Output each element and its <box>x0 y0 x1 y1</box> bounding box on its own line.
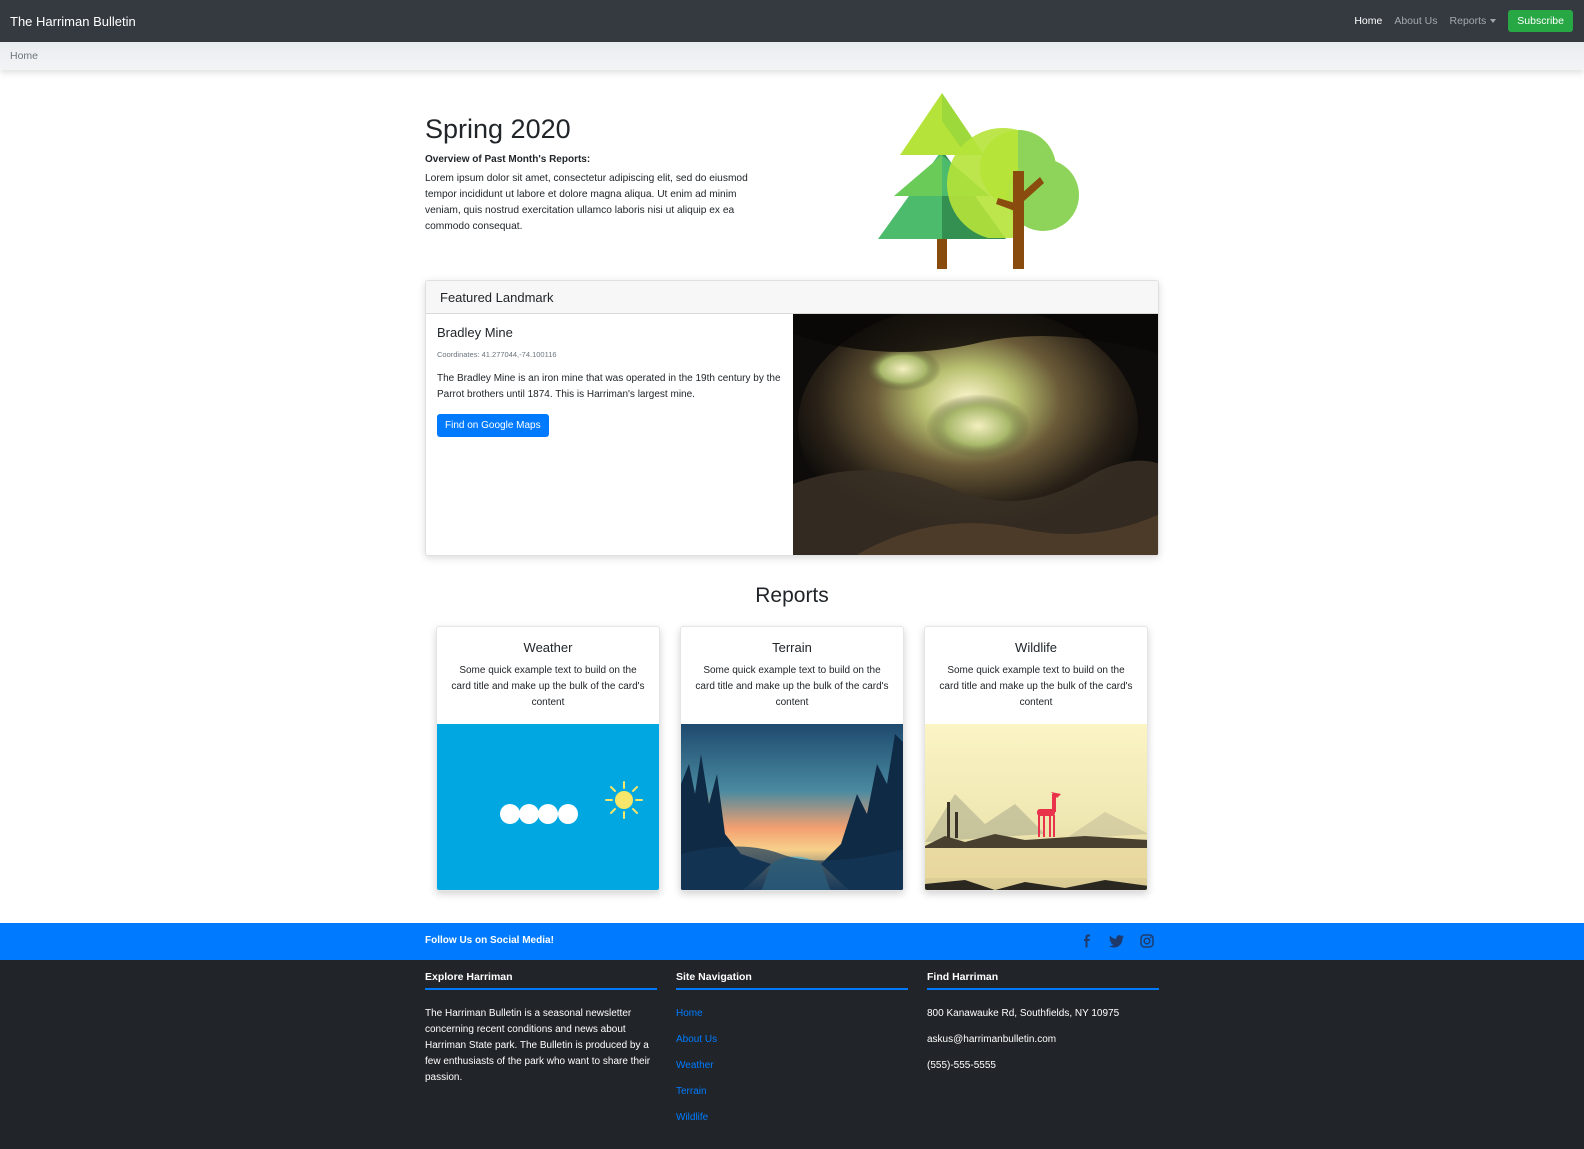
footer-address: 800 Kanawauke Rd, Southfields, NY 10975 <box>927 1008 1120 1019</box>
footer-phone: (555)-555-5555 <box>927 1060 996 1071</box>
cave-photo <box>793 314 1158 555</box>
breadcrumb-home: Home <box>10 50 39 62</box>
footer-link-wildlife[interactable]: Wildlife <box>676 1110 908 1126</box>
footer-link-terrain[interactable]: Terrain <box>676 1084 908 1100</box>
report-card-text: Some quick example text to build on the … <box>939 665 1133 708</box>
landmark-coordinates: Coordinates: 41.277044,-74.100116 <box>437 350 557 359</box>
caret-down-icon <box>1490 19 1497 24</box>
instagram-icon[interactable] <box>1139 933 1155 949</box>
nav-about-link[interactable]: About Us <box>1394 15 1437 27</box>
social-bar: Follow Us on Social Media! <box>0 923 1584 960</box>
landmark-title: Bradley Mine <box>437 325 513 340</box>
footer-link-about-us[interactable]: About Us <box>676 1032 908 1048</box>
report-card-title: Weather <box>523 640 573 655</box>
reports-heading: Reports <box>755 584 829 607</box>
footer-navigation-column: Site Navigation Home About Us Weather Te… <box>676 960 908 1126</box>
footer-explore-text: The Harriman Bulletin is a seasonal news… <box>425 1008 651 1083</box>
featured-card-header: Featured Landmark <box>426 281 1158 314</box>
report-card-title: Wildlife <box>1015 640 1057 655</box>
find-on-google-maps-button[interactable]: Find on Google Maps <box>437 414 549 437</box>
wildlife-illustration <box>925 724 1147 890</box>
nav-reports-dropdown[interactable]: Reports <box>1450 15 1497 27</box>
facebook-icon[interactable] <box>1079 933 1095 949</box>
featured-landmark-card: Featured Landmark Bradley Mine Coordinat… <box>425 280 1159 556</box>
subscribe-button[interactable]: Subscribe <box>1508 10 1573 32</box>
footer-link-home[interactable]: Home <box>676 1006 908 1022</box>
footer-explore-heading: Explore Harriman <box>425 971 657 990</box>
nav-links: Home About Us Reports Subscribe <box>1354 10 1574 32</box>
nav-reports-label: Reports <box>1449 15 1487 27</box>
report-card-terrain[interactable]: Terrain Some quick example text to build… <box>680 626 904 891</box>
social-bar-text: Follow Us on Social Media! <box>425 935 554 946</box>
page-title: Spring 2020 <box>425 114 571 144</box>
report-card-weather[interactable]: Weather Some quick example text to build… <box>436 626 660 891</box>
footer-email[interactable]: askus@harrimanbulletin.com <box>927 1032 1159 1048</box>
nav-home-link[interactable]: Home <box>1354 15 1382 27</box>
footer-navigation-heading: Site Navigation <box>676 971 908 990</box>
footer: Explore Harriman The Harriman Bulletin i… <box>0 960 1584 1149</box>
trees-illustration <box>878 93 1079 269</box>
footer-link-weather[interactable]: Weather <box>676 1058 908 1074</box>
hero-subtitle: Overview of Past Month's Reports: <box>425 154 591 165</box>
report-card-title: Terrain <box>772 640 812 655</box>
breadcrumb: Home <box>0 42 1584 70</box>
footer-find-heading: Find Harriman <box>927 971 1159 990</box>
hero-text: Lorem ipsum dolor sit amet, consectetur … <box>425 173 748 232</box>
top-navbar: The Harriman Bulletin Home About Us Repo… <box>0 0 1584 42</box>
report-card-text: Some quick example text to build on the … <box>451 665 645 708</box>
social-icons <box>1079 933 1155 949</box>
weather-illustration <box>437 724 659 890</box>
report-card-text: Some quick example text to build on the … <box>695 665 889 708</box>
footer-find-column: Find Harriman 800 Kanawauke Rd, Southfie… <box>927 960 1159 1074</box>
brand-logo-text[interactable]: The Harriman Bulletin <box>10 14 136 29</box>
footer-explore-column: Explore Harriman The Harriman Bulletin i… <box>425 960 657 1086</box>
landmark-description: The Bradley Mine is an iron mine that wa… <box>437 373 781 400</box>
terrain-illustration <box>681 724 903 890</box>
report-card-wildlife[interactable]: Wildlife Some quick example text to buil… <box>924 626 1148 891</box>
featured-card-body: Bradley Mine Coordinates: 41.277044,-74.… <box>426 314 792 555</box>
twitter-icon[interactable] <box>1109 933 1125 949</box>
